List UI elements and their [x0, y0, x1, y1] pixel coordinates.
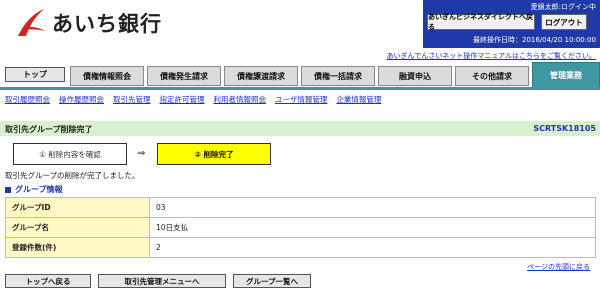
tab-top[interactable]: トップ: [5, 67, 65, 82]
registered-count-value: 2: [149, 237, 596, 258]
step-arrow-icon: ⇒: [137, 148, 146, 159]
registered-count-label: 登録件数(件): [5, 237, 150, 258]
page-title-bar: 取引先グループ削除完了 SCRTSK18105: [0, 121, 600, 136]
step-complete: ② 削除完了: [157, 143, 271, 165]
sub-navigation: 取引履歴照会 操作履歴照会 取引先管理 指定許可管理 利用者情報照会 ユーザ情報…: [5, 94, 390, 105]
user-panel: 愛銀太郎:ログイン中 あいぎんビジネスダイレクトへ戻る ログアウト 最終操作日時…: [423, 0, 600, 48]
group-id-label: グループID: [5, 197, 150, 218]
bank-logo-icon: [18, 9, 45, 36]
tab-claim-issue[interactable]: 債権発生請求: [147, 66, 221, 86]
tab-management[interactable]: 管理業務: [532, 62, 600, 88]
group-info-table: グループID 03 グループ名 10日支払 登録件数(件) 2: [5, 197, 596, 258]
page-top-link[interactable]: ページの先頭に戻る: [527, 262, 590, 272]
tab-claim-bulk[interactable]: 債権一括請求: [301, 66, 375, 86]
subnav-transaction-history[interactable]: 取引履歴照会: [5, 94, 50, 105]
direct-return-button[interactable]: あいぎんビジネスダイレクトへ戻る: [427, 13, 535, 31]
table-row: グループID 03: [5, 197, 596, 218]
tab-claim-inquiry[interactable]: 債権情報照会: [70, 66, 144, 86]
group-id-value: 03: [149, 197, 596, 218]
tab-other-request[interactable]: その他請求: [455, 66, 529, 86]
tab-underline: [0, 87, 600, 90]
group-name-label: グループ名: [5, 217, 150, 238]
bank-logo: あいち銀行: [14, 6, 162, 40]
subnav-company-info-management[interactable]: 企業情報管理: [336, 94, 381, 105]
bank-name: あいち銀行: [52, 12, 162, 36]
manual-link[interactable]: あいぎんでんさいネット操作マニュアルはこちらをご覧ください。: [387, 51, 596, 61]
page-title: 取引先グループ削除完了: [5, 125, 93, 134]
screen-id: SCRTSK18105: [533, 124, 596, 133]
table-row: グループ名 10日支払: [5, 217, 596, 238]
partner-menu-button[interactable]: 取引先管理メニューへ: [98, 274, 226, 288]
section-title: グループ情報: [15, 185, 63, 194]
user-status: 愛銀太郎:ログイン中: [530, 3, 596, 11]
subnav-user-info-inquiry[interactable]: 利用者情報照会: [214, 94, 267, 105]
back-to-top-button[interactable]: トップへ戻る: [5, 274, 91, 288]
tab-claim-transfer[interactable]: 債権譲渡請求: [224, 66, 298, 86]
main-tab-bar: トップ 債権情報照会 債権発生請求 債権譲渡請求 債権一括請求 融資申込 その他…: [0, 62, 600, 88]
subnav-permission-management[interactable]: 指定許可管理: [160, 94, 205, 105]
subnav-partner-management[interactable]: 取引先管理: [113, 94, 151, 105]
section-header: グループ情報: [5, 184, 63, 195]
group-name-value: 10日支払: [149, 217, 596, 238]
square-bullet-icon: [5, 186, 11, 193]
completion-message: 取引先グループの削除が完了しました。: [5, 171, 140, 180]
table-row: 登録件数(件) 2: [5, 237, 596, 258]
group-list-button[interactable]: グループ一覧へ: [233, 274, 311, 288]
logout-button[interactable]: ログアウト: [541, 14, 587, 30]
subnav-operation-history[interactable]: 操作履歴照会: [59, 94, 104, 105]
step-confirm: ① 削除内容を確認: [13, 143, 127, 165]
last-operation-time: 最終操作日時：2016/04/20 10:00:00: [472, 36, 596, 44]
subnav-user-info-management[interactable]: ユーザ情報管理: [275, 94, 327, 105]
tab-loan-application[interactable]: 融資申込: [378, 66, 452, 86]
